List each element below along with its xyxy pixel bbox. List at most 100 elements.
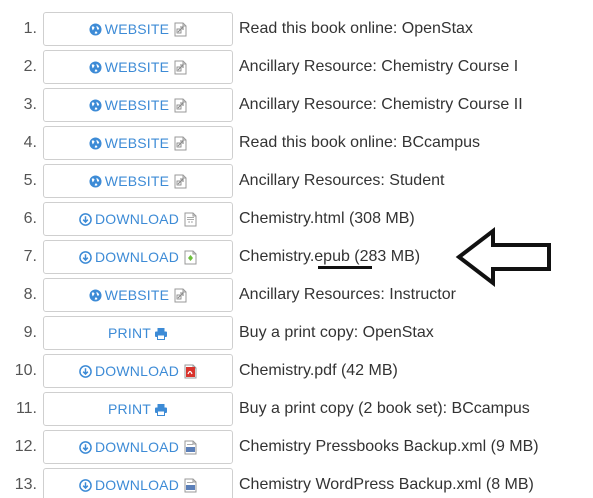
print-button[interactable]: PRINT [43,316,233,350]
item-description: Chemistry WordPress Backup.xml (8 MB) [239,476,534,493]
button-label: WEBSITE [104,21,170,37]
item-number: 2. [23,58,37,75]
download-icon [79,440,92,454]
list-item: 8. WEBSITE Ancillary Resources: Instructor [0,276,593,314]
button-label: WEBSITE [104,59,170,75]
list-item: 5. WEBSITE Ancillary Resources: Student [0,162,593,200]
resource-list: 1. WEBSITE Read this book online: OpenStax… [0,0,593,498]
external-link-icon [174,60,187,74]
website-button[interactable]: WEBSITE [43,50,233,84]
item-number: 13. [14,476,37,493]
globe-icon [89,22,102,36]
download-button[interactable]: DOWNLOAD [43,240,233,274]
website-button[interactable]: WEBSITE [43,88,233,122]
website-button[interactable]: WEBSITE [43,164,233,198]
item-description: Buy a print copy: OpenStax [239,324,434,341]
list-item: 11. PRINT Buy a print copy (2 book set): B… [0,390,593,428]
file-icon-wrapper [184,212,197,227]
button-label: WEBSITE [104,287,170,303]
item-number: 9. [23,324,37,341]
button-label: DOWNLOAD [94,211,180,227]
item-description: Ancillary Resource: Chemistry Course I [239,58,519,75]
download-icon [79,478,92,492]
list-item: 7. DOWNLOAD Chemistry.epub (283 MB) [0,238,593,276]
external-link-icon [174,98,187,112]
file-icon-wrapper [174,22,187,37]
item-number: 7. [23,248,37,265]
file-icon-wrapper [184,364,197,379]
download-icon-wrapper [79,478,92,492]
item-number: 8. [23,286,37,303]
button-label: DOWNLOAD [94,439,180,455]
website-button[interactable]: WEBSITE [43,126,233,160]
item-description: Chemistry.html (308 MB) [239,210,415,227]
item-description: Chemistry Pressbooks Backup.xml (9 MB) [239,438,539,455]
website-button[interactable]: WEBSITE [43,278,233,312]
printer-icon-wrapper [154,403,168,416]
download-button[interactable]: DOWNLOAD [43,468,233,498]
file-icon-wrapper [184,440,197,455]
item-number: 5. [23,172,37,189]
external-link-icon [174,136,187,150]
globe-icon-wrapper [89,60,102,74]
pdf-file-icon [184,364,197,378]
item-description: Chemistry.epub (283 MB) [239,248,421,265]
xml-file-icon [184,478,197,492]
download-icon-wrapper [79,212,92,226]
button-label: WEBSITE [104,173,170,189]
list-item: 10. DOWNLOAD Chemistry.pdf (42 MB) [0,352,593,390]
button-label: DOWNLOAD [94,363,180,379]
file-icon-wrapper [174,98,187,113]
download-icon [79,250,92,264]
website-button[interactable]: WEBSITE [43,12,233,46]
item-number: 6. [23,210,37,227]
download-button[interactable]: DOWNLOAD [43,202,233,236]
file-icon-wrapper [174,60,187,75]
file-icon-wrapper [184,250,197,265]
download-button[interactable]: DOWNLOAD [43,430,233,464]
xml-file-icon [184,440,197,454]
item-number: 4. [23,134,37,151]
external-link-icon [174,22,187,36]
item-description: Read this book online: BCcampus [239,134,481,151]
list-item: 12. DOWNLOAD Chemistry Pressbooks Backup.x… [0,428,593,466]
file-icon-wrapper [184,478,197,493]
file-icon-wrapper [174,288,187,303]
external-link-icon [174,288,187,302]
globe-icon [89,174,102,188]
external-link-icon [174,174,187,188]
printer-icon [155,403,167,416]
globe-icon-wrapper [89,174,102,188]
item-number: 3. [23,96,37,113]
download-icon-wrapper [79,440,92,454]
item-number: 10. [14,362,37,379]
print-button[interactable]: PRINT [43,392,233,426]
list-item: 1. WEBSITE Read this book online: OpenStax [0,10,593,48]
printer-icon [155,327,167,340]
button-label: PRINT [108,325,151,341]
globe-icon [89,60,102,74]
list-item: 9. PRINT Buy a print copy: OpenStax [0,314,593,352]
epub-file-icon [184,250,197,264]
item-number: 11. [15,400,37,417]
globe-icon-wrapper [89,288,102,302]
globe-icon-wrapper [89,136,102,150]
download-icon [79,364,92,378]
item-description: Read this book online: OpenStax [239,20,473,37]
list-item: 3. WEBSITE Ancillary Resource: Chemistry C… [0,86,593,124]
item-description: Chemistry.pdf (42 MB) [239,362,398,379]
globe-icon [89,136,102,150]
list-item: 4. WEBSITE Read this book online: BCcampus [0,124,593,162]
download-icon-wrapper [79,364,92,378]
file-icon-wrapper [174,136,187,151]
button-label: DOWNLOAD [94,477,180,493]
download-button[interactable]: DOWNLOAD [43,354,233,388]
list-item: 6. DOWNLOAD Chemistry.html (308 MB) [0,200,593,238]
printer-icon-wrapper [154,327,168,340]
globe-icon [89,288,102,302]
file-icon-wrapper [174,174,187,189]
download-icon-wrapper [79,250,92,264]
button-label: DOWNLOAD [94,249,180,265]
item-number: 1. [23,20,37,37]
item-description: Buy a print copy (2 book set): BCcampus [239,400,530,417]
